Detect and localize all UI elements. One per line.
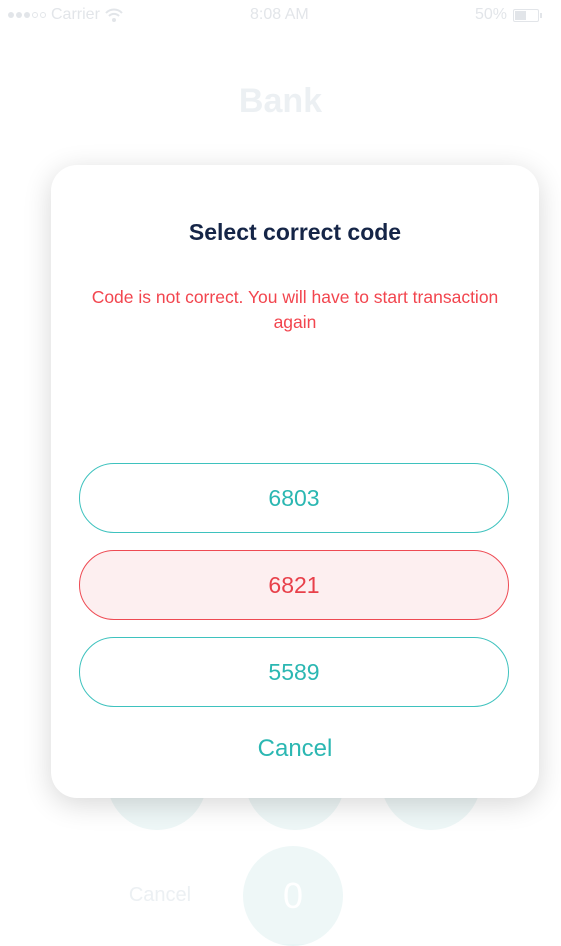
dialog-title: Select correct code: [188, 219, 402, 245]
select-code-dialog: Select correct code Code is not correct.…: [51, 165, 539, 798]
cancel-button[interactable]: Cancel: [51, 735, 539, 763]
code-option-button[interactable]: 6803: [79, 463, 509, 533]
error-message: Code is not correct. You will have to st…: [91, 287, 499, 332]
code-option-button[interactable]: 5589: [79, 637, 509, 707]
code-option-button-wrong[interactable]: 6821: [79, 550, 509, 620]
